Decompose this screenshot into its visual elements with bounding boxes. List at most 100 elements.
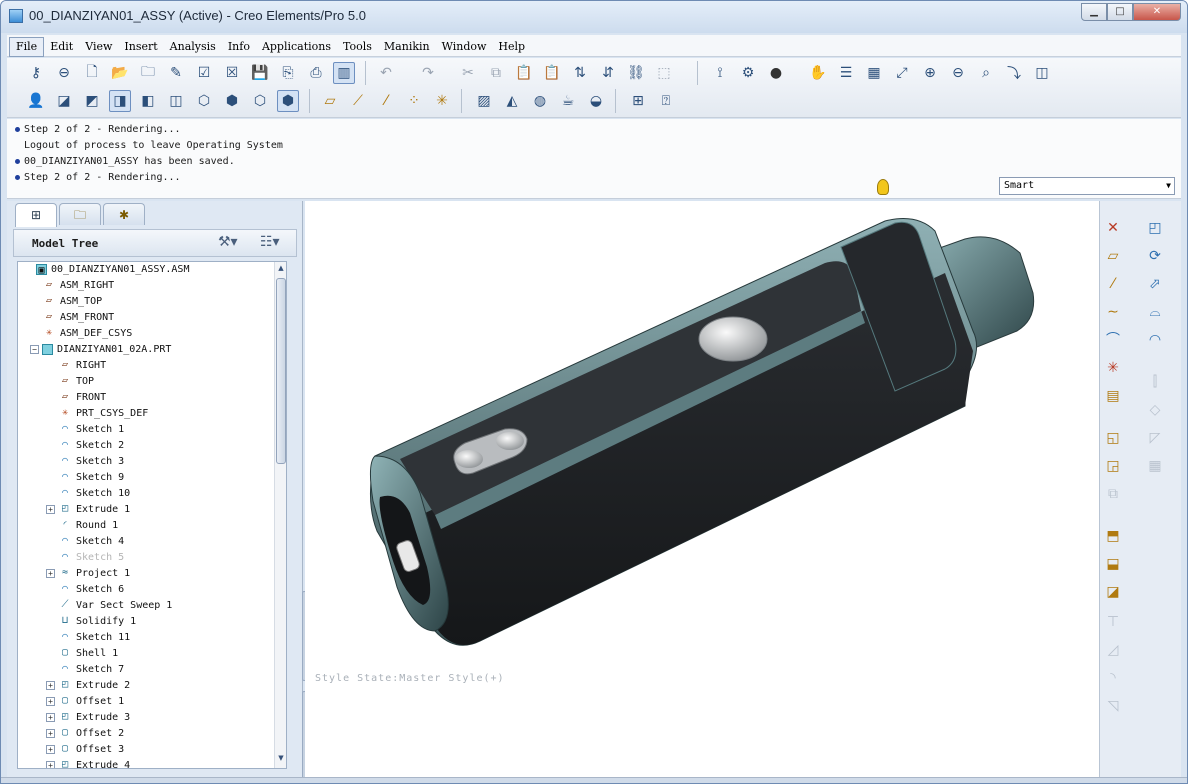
tab-folder-browser[interactable]: 🗀 <box>59 203 101 225</box>
regen-manager-icon[interactable]: ⇵ <box>597 62 619 84</box>
menu-view[interactable]: View <box>79 36 118 58</box>
component-properties-icon[interactable]: ◪ <box>1102 581 1124 603</box>
tree-item[interactable]: ✳ PRT_CSYS_DEF <box>46 406 148 422</box>
scroll-down-icon[interactable]: ▼ <box>276 754 286 766</box>
cut-icon[interactable]: ✂ <box>457 62 479 84</box>
view-nohidden-icon[interactable]: ⬡ <box>249 90 271 112</box>
orient-mode-icon[interactable]: ⚙ <box>737 62 759 84</box>
chamfer-tool-icon[interactable]: ◿ <box>1102 639 1124 661</box>
tree-item[interactable]: + ◰ Extrude 1 <box>46 502 130 518</box>
datum-axis-display-icon[interactable]: ⟋ <box>347 90 369 112</box>
sketch-tool-icon[interactable]: ⌒ <box>1102 329 1124 351</box>
tree-item[interactable]: ⌒ Sketch 5 <box>46 550 124 566</box>
paste-special-icon[interactable]: 📋 <box>541 62 563 84</box>
scroll-thumb[interactable] <box>276 278 286 464</box>
round-tool-icon[interactable]: ◲ <box>1102 455 1124 477</box>
tree-item[interactable]: ▱ ASM_RIGHT <box>30 278 114 294</box>
scroll-up-icon[interactable]: ▲ <box>276 264 286 276</box>
appearance-sphere-icon[interactable]: ● <box>765 62 787 84</box>
zoom-out-icon[interactable]: ⊖ <box>947 62 969 84</box>
view-wireframe-icon[interactable]: ⬡ <box>193 90 215 112</box>
erase-icon[interactable]: ☒ <box>221 62 243 84</box>
pattern-tool-icon[interactable]: ▦ <box>1144 455 1166 477</box>
view-hidden-icon[interactable]: ⬢ <box>221 90 243 112</box>
lightbulb-icon[interactable] <box>877 179 889 195</box>
tree-item[interactable]: ▱ ASM_FRONT <box>30 310 114 326</box>
datum-point-display-icon[interactable]: ⁄ <box>375 90 397 112</box>
tree-item[interactable]: ⊔ Solidify 1 <box>46 614 136 630</box>
menu-edit[interactable]: Edit <box>44 36 79 58</box>
create-component-icon[interactable]: ⬓ <box>1102 553 1124 575</box>
tree-item[interactable]: ⌒ Sketch 7 <box>46 662 124 678</box>
edge-round-icon[interactable]: ◝ <box>1102 667 1124 689</box>
tree-item[interactable]: ▱ RIGHT <box>46 358 106 374</box>
datum-plane-display-icon[interactable]: ▱ <box>319 90 341 112</box>
spin-center-icon[interactable]: ⟟ <box>709 62 731 84</box>
tree-show-icon[interactable]: ☷▾ <box>260 234 280 250</box>
save-copy-icon[interactable]: ⎘ <box>277 62 299 84</box>
tree-item[interactable]: + ◰ Extrude 3 <box>46 710 130 726</box>
revolve-tool-icon[interactable]: ⟳ <box>1144 245 1166 267</box>
datum-curve-tool-icon[interactable]: ∼ <box>1102 301 1124 323</box>
new-file-icon[interactable]: 🗋 <box>81 62 103 84</box>
close-session-icon[interactable]: ⊖ <box>53 62 75 84</box>
edge-chamfer-icon[interactable]: ◹ <box>1102 695 1124 717</box>
undo-icon[interactable]: ↶ <box>375 62 397 84</box>
tree-item[interactable]: + ▢ Offset 1 <box>46 694 124 710</box>
render-room-icon[interactable]: ◭ <box>501 90 523 112</box>
zoom-fit-icon[interactable]: ⌕ <box>975 62 997 84</box>
tree-item[interactable]: ⌒ Sketch 11 <box>46 630 130 646</box>
draft-tool-icon[interactable]: ⊤ <box>1102 611 1124 633</box>
redo-icon[interactable]: ↷ <box>417 62 439 84</box>
zoom-in-icon[interactable]: ⊕ <box>919 62 941 84</box>
menu-insert[interactable]: Insert <box>118 36 163 58</box>
display-style-hidden-icon[interactable]: ◨ <box>109 90 131 112</box>
collapse-icon[interactable]: − <box>30 344 39 354</box>
print-icon[interactable]: ⎙ <box>305 62 327 84</box>
refit-icon[interactable]: ⤢ <box>891 62 913 84</box>
selection-box-icon[interactable]: ⬚ <box>653 62 675 84</box>
display-style-reflect-icon[interactable]: ◩ <box>81 90 103 112</box>
pan-hand-icon[interactable]: ✋ <box>807 62 829 84</box>
tree-item[interactable]: ⌒ Sketch 9 <box>46 470 124 486</box>
display-style-wire-icon[interactable]: ◫ <box>165 90 187 112</box>
user-icon[interactable]: 👤 <box>25 90 47 112</box>
check-icon[interactable]: ☑ <box>193 62 215 84</box>
menu-tools[interactable]: Tools <box>337 36 378 58</box>
tree-item[interactable]: ⌒ Sketch 4 <box>46 534 124 550</box>
tree-settings-icon[interactable]: ⚒▾ <box>218 234 238 250</box>
tree-item[interactable]: ✳ ASM_DEF_CSYS <box>30 326 132 342</box>
landscape-icon[interactable]: ▨ <box>473 90 495 112</box>
tree-item[interactable]: ◜ Round 1 <box>46 518 118 534</box>
open-folder-icon[interactable]: 🗀 <box>137 62 159 84</box>
selection-filter-dropdown[interactable]: Smart ▼ <box>999 177 1175 195</box>
expand-icon[interactable]: + <box>46 504 55 514</box>
open-file-icon[interactable]: 📂 <box>109 62 131 84</box>
edit-icon[interactable]: ✎ <box>165 62 187 84</box>
tab-favorites[interactable]: ✱ <box>103 203 145 225</box>
menu-applications[interactable]: Applications <box>256 36 337 58</box>
tree-item[interactable]: ▣ 00_DIANZIYAN01_ASSY.ASM <box>24 262 189 278</box>
layers-icon[interactable]: ☰ <box>835 62 857 84</box>
analysis-tool-icon[interactable]: ▤ <box>1102 385 1124 407</box>
model-tree-toggle-icon[interactable]: ⊞ <box>627 90 649 112</box>
expand-icon[interactable]: + <box>46 728 55 738</box>
datum-plane-tool-icon[interactable]: ▱ <box>1102 245 1124 267</box>
tree-item[interactable]: ⌒ Sketch 3 <box>46 454 124 470</box>
tree-item[interactable]: ⟋ Var Sect Sweep 1 <box>46 598 173 614</box>
tree-item[interactable]: + ▢ Offset 3 <box>46 742 124 758</box>
expand-icon[interactable]: + <box>46 760 55 768</box>
tree-item[interactable]: ▱ ASM_TOP <box>30 294 102 310</box>
new-window-icon[interactable]: ⚷ <box>25 62 47 84</box>
tree-scrollbar[interactable]: ▲ ▼ <box>274 262 286 768</box>
menu-info[interactable]: Info <box>222 36 256 58</box>
view-shaded-icon[interactable]: ⬢ <box>277 90 299 112</box>
tree-item[interactable]: + ≈ Project 1 <box>46 566 130 582</box>
tree-item[interactable]: ⌒ Sketch 2 <box>46 438 124 454</box>
tree-item[interactable]: + ▢ Offset 2 <box>46 726 124 742</box>
tree-item[interactable]: + ◰ Extrude 4 <box>46 758 130 768</box>
copy-tool-icon[interactable]: ⧉ <box>1102 483 1124 505</box>
tree-item[interactable]: ▱ FRONT <box>46 390 106 406</box>
minimize-button[interactable]: ▁ <box>1081 3 1107 21</box>
tree-item[interactable]: + ◰ Extrude 2 <box>46 678 130 694</box>
